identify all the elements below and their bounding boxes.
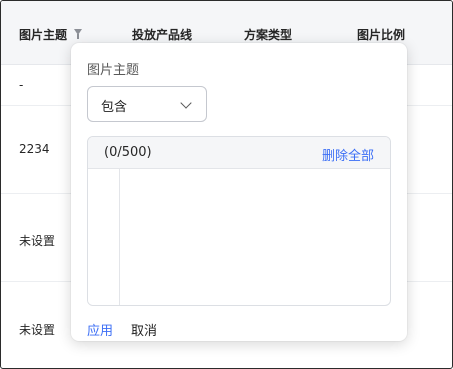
table-cell: 未设置: [19, 234, 56, 248]
filter-title: 图片主题: [87, 63, 140, 78]
clear-all-button[interactable]: 删除全部: [322, 145, 374, 164]
apply-button[interactable]: 应用: [87, 320, 113, 339]
value-counter: (0/500): [104, 145, 152, 160]
cancel-button[interactable]: 取消: [131, 320, 157, 339]
column-header-image-ratio[interactable]: 图片比例: [357, 26, 405, 43]
values-textarea[interactable]: [121, 169, 390, 305]
filter-icon[interactable]: [74, 29, 82, 39]
values-input-box: (0/500) 删除全部: [87, 136, 391, 306]
operator-select-value: 包含: [101, 100, 128, 115]
table-cell: 2234: [19, 142, 50, 156]
table-cell: -: [19, 78, 24, 92]
values-input-header: (0/500) 删除全部: [88, 137, 390, 169]
operator-select[interactable]: 包含: [87, 86, 207, 122]
column-header-product-line[interactable]: 投放产品线: [132, 26, 192, 43]
chevron-down-icon: [180, 97, 192, 109]
line-number-gutter: [88, 169, 120, 305]
table-cell: 未设置: [19, 323, 56, 337]
column-header-image-theme[interactable]: 图片主题: [19, 26, 67, 43]
filter-popover: 图片主题 包含 (0/500) 删除全部 应用 取消: [71, 43, 407, 341]
column-header-plan-type[interactable]: 方案类型: [244, 26, 292, 43]
